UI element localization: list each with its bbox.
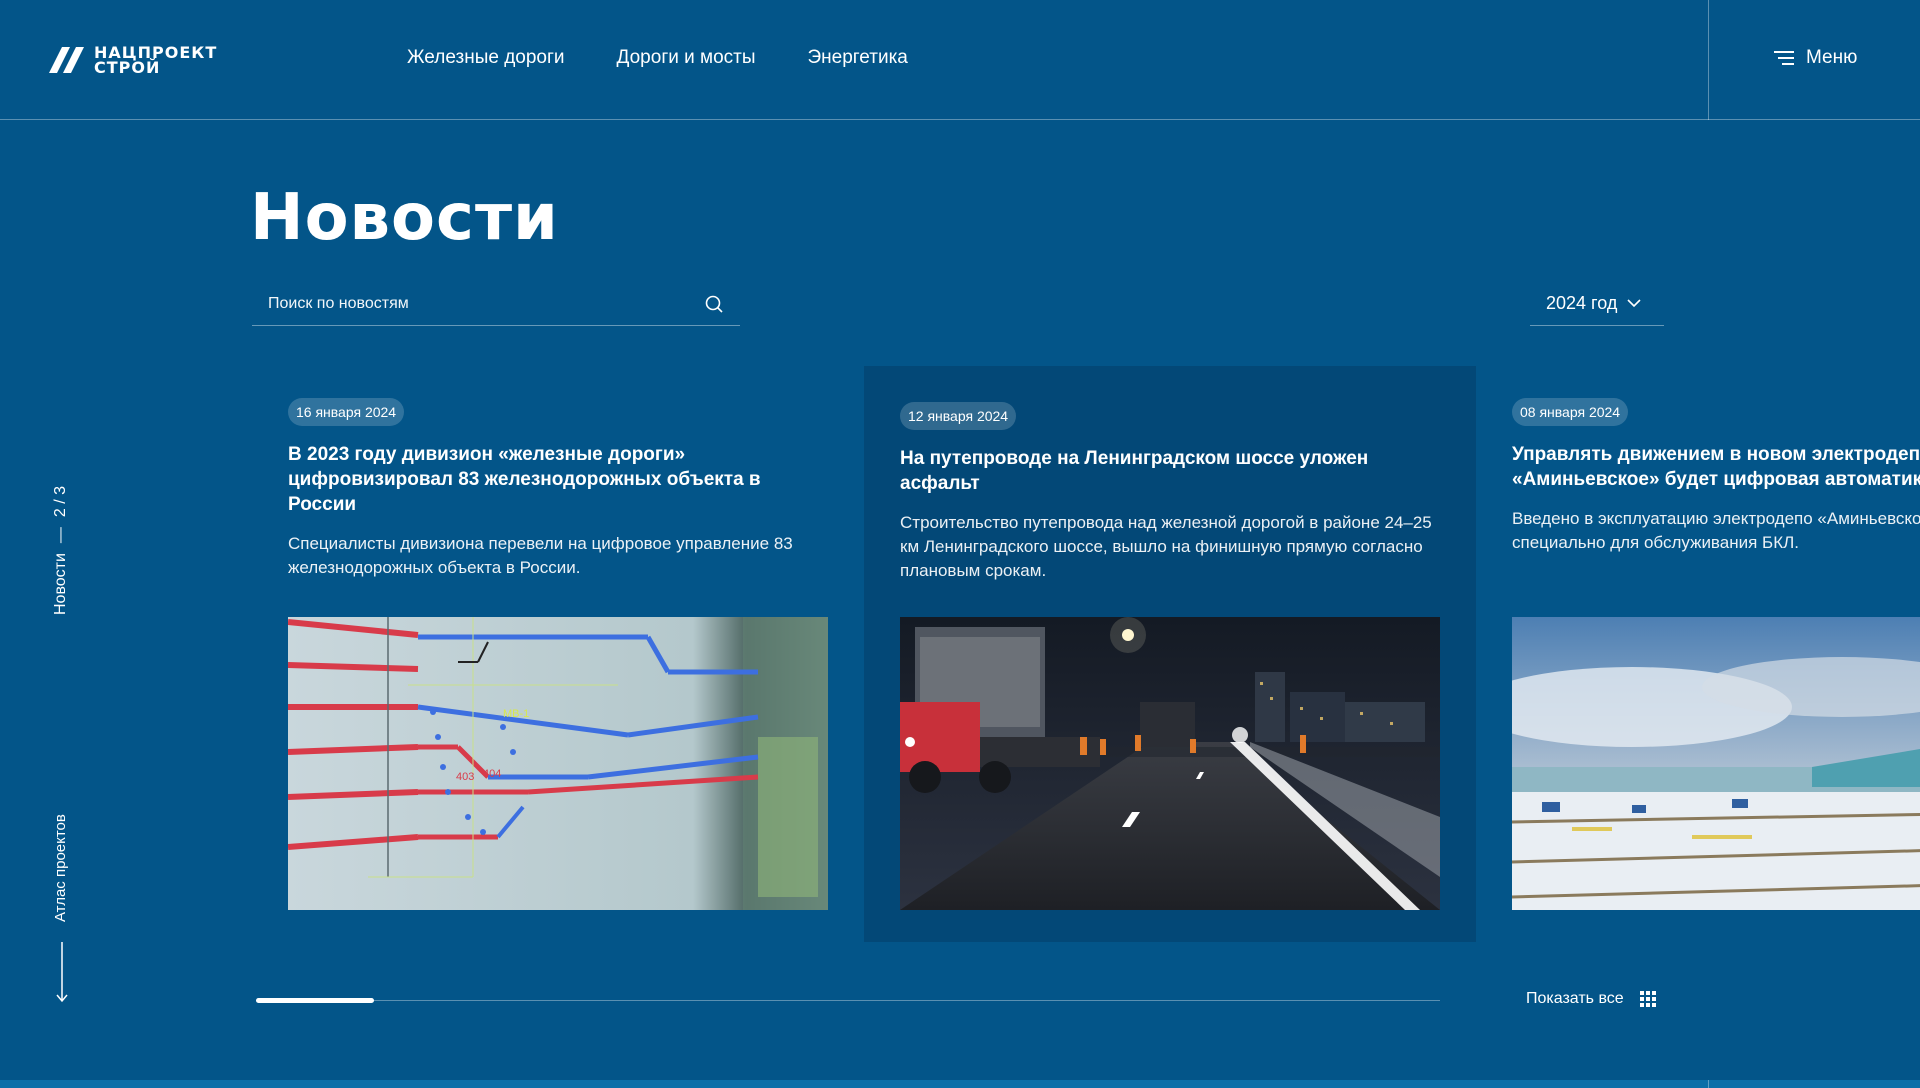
arrow-down-icon[interactable] xyxy=(54,942,70,1004)
nav-item-railways[interactable]: Железные дороги xyxy=(407,47,565,69)
page-title: Новости xyxy=(250,181,559,255)
logo-text: НАЦПРОЕКТ СТРОЙ xyxy=(94,43,218,77)
news-image-night-road[interactable] xyxy=(900,617,1440,910)
news-title[interactable]: В 2023 году дивизион «железные дороги» ц… xyxy=(288,442,828,517)
main-nav: Железные дороги Дороги и мосты Энергетик… xyxy=(407,47,908,69)
section-name: Новости xyxy=(52,553,69,615)
section-index: 2 / 3 xyxy=(52,485,69,518)
counter-dash: — xyxy=(52,527,69,544)
carousel-progress[interactable] xyxy=(256,998,1440,1003)
menu-button[interactable]: Меню xyxy=(1774,47,1857,69)
logo-slashes-icon xyxy=(49,47,84,73)
news-card[interactable]: 16 января 2024 В 2023 году дивизион «жел… xyxy=(252,366,864,942)
news-description: Введено в эксплуатацию электродепо «Амин… xyxy=(1512,509,1920,552)
bottom-divider xyxy=(1708,1080,1709,1088)
show-all-button[interactable]: Показать все xyxy=(1526,990,1656,1008)
site-header: НАЦПРОЕКТ СТРОЙ Железные дороги Дороги и… xyxy=(0,0,1920,120)
search-input[interactable] xyxy=(252,282,740,326)
logo[interactable]: НАЦПРОЕКТ СТРОЙ xyxy=(48,44,258,76)
nav-item-energy[interactable]: Энергетика xyxy=(808,47,908,69)
news-image-depot-snow[interactable] xyxy=(1512,617,1920,910)
news-description: Специалисты дивизиона перевели на цифров… xyxy=(288,534,793,577)
news-title[interactable]: Управлять движением в новом электродепо … xyxy=(1512,442,1920,492)
menu-icon xyxy=(1774,51,1794,65)
bottom-strip xyxy=(0,1080,1920,1088)
carousel-progress-fill xyxy=(256,998,375,1003)
show-all-label: Показать все xyxy=(1526,990,1624,1007)
image-label-403: 403 xyxy=(456,771,474,783)
news-card-active[interactable]: 12 января 2024 На путепроводе на Ленингр… xyxy=(864,366,1476,942)
atlas-link[interactable]: Атлас проектов xyxy=(52,814,69,922)
menu-label: Меню xyxy=(1806,47,1858,68)
news-description: Строительство путепровода над железной д… xyxy=(900,513,1432,580)
search-box xyxy=(252,282,740,326)
header-divider xyxy=(1708,0,1709,120)
chevron-down-icon xyxy=(1627,299,1641,308)
year-filter-select[interactable]: 2024 год xyxy=(1530,282,1664,326)
section-counter: Новости — 2 / 3 xyxy=(52,486,70,615)
search-icon[interactable] xyxy=(704,294,724,314)
news-card[interactable]: 08 января 2024 Управлять движением в нов… xyxy=(1476,366,1920,942)
news-date-badge: 16 января 2024 xyxy=(288,398,405,426)
news-date-badge: 12 января 2024 xyxy=(900,402,1017,430)
grid-icon xyxy=(1639,991,1656,1007)
image-label-404: 404 xyxy=(483,768,501,780)
nav-item-roads-bridges[interactable]: Дороги и мосты xyxy=(617,47,756,69)
news-date-badge: 08 января 2024 xyxy=(1512,398,1629,426)
news-title[interactable]: На путепроводе на Ленинградском шоссе ул… xyxy=(900,446,1440,496)
year-filter-value: 2024 год xyxy=(1546,293,1618,313)
news-image-railway-scheme[interactable]: MB-1 403 404 xyxy=(288,617,828,910)
image-label-mb1: MB-1 xyxy=(503,708,529,720)
